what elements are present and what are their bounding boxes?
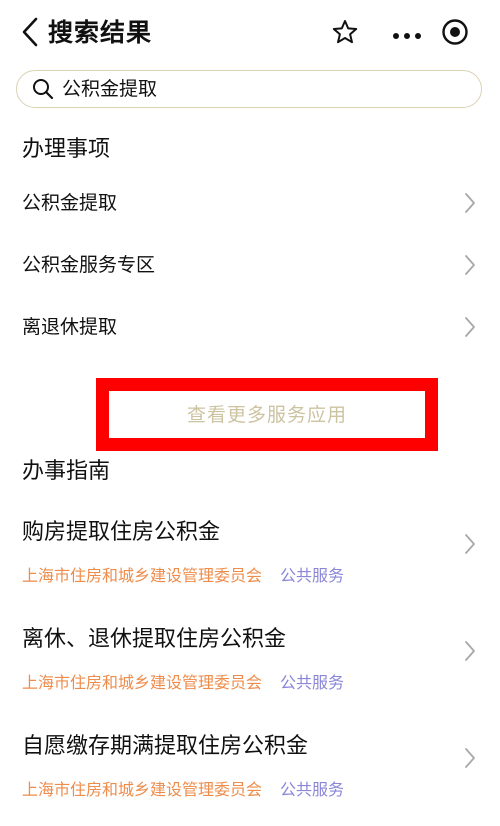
highlight-box: 查看更多服务应用 (96, 378, 438, 451)
more-dots-icon (392, 25, 422, 44)
guide-category: 公共服务 (280, 673, 345, 692)
chevron-right-icon (464, 254, 476, 276)
header-bar: 搜索结果 (0, 0, 500, 66)
guide-meta: 上海市住房和城乡建设管理委员会 公共服务 (22, 779, 344, 801)
chevron-left-icon (21, 17, 39, 51)
guide-category: 公共服务 (280, 566, 345, 585)
guide-category: 公共服务 (280, 780, 345, 799)
view-more-services-button[interactable]: 查看更多服务应用 (187, 401, 347, 429)
guide-title: 购房提取住房公积金 (22, 520, 221, 545)
chevron-right-icon (464, 316, 476, 338)
list-item-label: 公积金提取 (22, 192, 118, 214)
guide-title: 自愿缴存期满提取住房公积金 (22, 734, 309, 759)
chevron-right-icon (464, 640, 476, 662)
target-icon (441, 18, 469, 50)
guide-org: 上海市住房和城乡建设管理委员会 (22, 780, 263, 799)
list-item[interactable]: 离退休提取 (0, 296, 500, 358)
search-input[interactable]: 公积金提取 (16, 70, 482, 108)
guide-item[interactable]: 购房提取住房公积金 上海市住房和城乡建设管理委员会 公共服务 (0, 505, 500, 612)
guide-org: 上海市住房和城乡建设管理委员会 (22, 566, 263, 585)
favorite-button[interactable] (330, 19, 360, 49)
guide-org: 上海市住房和城乡建设管理委员会 (22, 673, 263, 692)
chevron-right-icon (464, 533, 476, 555)
search-query: 公积金提取 (62, 78, 158, 100)
services-section-title: 办理事项 (22, 137, 111, 162)
chevron-right-icon (464, 192, 476, 214)
guide-item[interactable]: 离休、退休提取住房公积金 上海市住房和城乡建设管理委员会 公共服务 (0, 612, 500, 719)
guide-item[interactable]: 自愿缴存期满提取住房公积金 上海市住房和城乡建设管理委员会 公共服务 (0, 719, 500, 826)
guide-title: 离休、退休提取住房公积金 (22, 627, 287, 652)
guides-list: 购房提取住房公积金 上海市住房和城乡建设管理委员会 公共服务 离休、退休提取住房… (0, 505, 500, 826)
chevron-right-icon (464, 747, 476, 769)
header-actions (330, 17, 470, 51)
more-button[interactable] (390, 19, 424, 49)
page-title: 搜索结果 (48, 18, 153, 47)
list-item-label: 公积金服务专区 (22, 254, 156, 276)
list-item-label: 离退休提取 (22, 316, 118, 338)
list-item[interactable]: 公积金服务专区 (0, 234, 500, 296)
guides-section-title: 办事指南 (22, 459, 111, 484)
mini-program-button[interactable] (440, 19, 470, 49)
back-button[interactable] (18, 17, 42, 51)
search-icon (32, 78, 54, 100)
star-icon (332, 19, 358, 49)
guide-meta: 上海市住房和城乡建设管理委员会 公共服务 (22, 565, 344, 587)
list-item[interactable]: 公积金提取 (0, 172, 500, 234)
services-list: 公积金提取 公积金服务专区 离退休提取 (0, 172, 500, 358)
guide-meta: 上海市住房和城乡建设管理委员会 公共服务 (22, 672, 344, 694)
